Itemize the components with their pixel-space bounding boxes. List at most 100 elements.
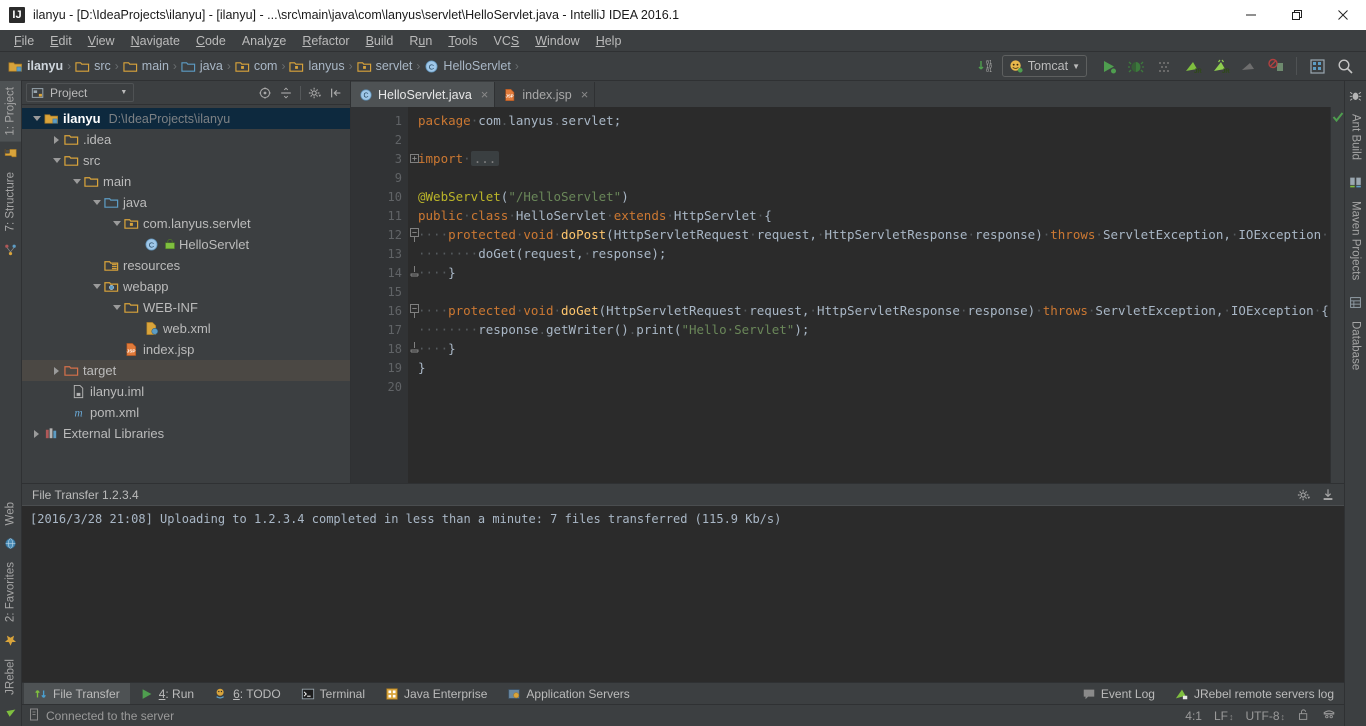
breadcrumb-main[interactable]: main bbox=[121, 55, 171, 77]
tree-item-webinf[interactable]: WEB-INF bbox=[22, 297, 350, 318]
menu-window[interactable]: Window bbox=[527, 31, 587, 51]
tree-item-main[interactable]: main bbox=[22, 171, 350, 192]
tree-item-ilanyu[interactable]: ilanyu D:\IdeaProjects\ilanyu bbox=[22, 108, 350, 129]
close-icon[interactable]: × bbox=[481, 87, 489, 102]
settings-gear-icon[interactable] bbox=[1294, 485, 1314, 505]
tool-button-java-enterprise[interactable]: Java Enterprise bbox=[375, 683, 497, 705]
twisty-open-icon[interactable] bbox=[50, 154, 63, 167]
tool-button-run[interactable]: 4: Run bbox=[130, 683, 204, 705]
fold-collapse-icon[interactable] bbox=[408, 301, 420, 320]
menu-help[interactable]: Help bbox=[588, 31, 630, 51]
sidebar-item-database[interactable]: Database bbox=[1345, 315, 1366, 376]
debug-icon[interactable] bbox=[1123, 54, 1149, 78]
run-icon[interactable] bbox=[1095, 54, 1121, 78]
project-view-selector[interactable]: Project ▼ bbox=[26, 83, 134, 102]
tree-item-src[interactable]: src bbox=[22, 150, 350, 171]
tool-button-terminal[interactable]: Terminal bbox=[291, 683, 375, 705]
tree-item-webxml[interactable]: web.xml bbox=[22, 318, 350, 339]
fold-end-icon[interactable] bbox=[408, 339, 420, 358]
menu-analyze[interactable]: Analyze bbox=[234, 31, 294, 51]
run-configuration-selector[interactable]: Tomcat ▼ bbox=[1002, 55, 1087, 77]
code-editor[interactable]: package·com.lanyus.servlet; import·... @… bbox=[408, 107, 1330, 483]
jrebel-run-icon[interactable]: JR bbox=[1179, 54, 1205, 78]
menu-edit[interactable]: Edit bbox=[42, 31, 80, 51]
ok-check-icon[interactable] bbox=[1332, 111, 1344, 126]
menu-code[interactable]: Code bbox=[188, 31, 234, 51]
twisty-closed-icon[interactable] bbox=[50, 364, 63, 377]
search-everywhere-icon[interactable] bbox=[1332, 54, 1358, 78]
export-to-file-icon[interactable] bbox=[1318, 485, 1338, 505]
maximize-icon[interactable] bbox=[1274, 0, 1320, 30]
twisty-open-icon[interactable] bbox=[110, 217, 123, 230]
tool-button-file-transfer[interactable]: File Transfer bbox=[24, 683, 130, 705]
breadcrumb-java[interactable]: java bbox=[179, 55, 225, 77]
tree-item-package[interactable]: com.lanyus.servlet bbox=[22, 213, 350, 234]
tree-item-helloservlet[interactable]: C HelloServlet bbox=[22, 234, 350, 255]
twisty-open-icon[interactable] bbox=[30, 112, 43, 125]
minimize-icon[interactable] bbox=[1228, 0, 1274, 30]
fold-expand-icon[interactable] bbox=[408, 149, 420, 168]
breadcrumb-ilanyu[interactable]: ilanyu bbox=[6, 55, 65, 77]
tool-button-jrebel-log[interactable]: JRebel remote servers log bbox=[1165, 683, 1344, 705]
hector-icon[interactable] bbox=[1322, 707, 1336, 724]
tree-item-external-libraries[interactable]: External Libraries bbox=[22, 423, 350, 444]
breadcrumb-lanyus[interactable]: lanyus bbox=[287, 55, 346, 77]
twisty-closed-icon[interactable] bbox=[50, 133, 63, 146]
jrebel-debug-icon[interactable]: JR bbox=[1207, 54, 1233, 78]
breadcrumb-com[interactable]: com bbox=[233, 55, 280, 77]
caret-position[interactable]: 4:1 bbox=[1185, 709, 1202, 723]
fold-end-icon[interactable] bbox=[408, 263, 420, 282]
sidebar-item-maven-projects[interactable]: Maven Projects bbox=[1345, 195, 1366, 286]
breadcrumb-helloservlet[interactable]: C HelloServlet bbox=[422, 55, 512, 77]
project-structure-icon[interactable] bbox=[1304, 54, 1330, 78]
encoding-selector[interactable]: UTF-8↕ bbox=[1246, 709, 1286, 723]
close-icon[interactable]: × bbox=[581, 87, 589, 102]
menu-run[interactable]: Run bbox=[401, 31, 440, 51]
sidebar-item-web[interactable]: Web bbox=[0, 496, 21, 531]
line-separator-selector[interactable]: LF↕ bbox=[1214, 709, 1234, 723]
attach-icon[interactable] bbox=[1235, 54, 1261, 78]
menu-file[interactable]: File bbox=[6, 31, 42, 51]
tab-index-jsp[interactable]: JSP index.jsp × bbox=[495, 82, 595, 107]
stop-icon[interactable] bbox=[1263, 54, 1289, 78]
sidebar-item-project[interactable]: 1: Project bbox=[0, 81, 21, 142]
tree-item-resources[interactable]: resources bbox=[22, 255, 350, 276]
fold-collapse-icon[interactable] bbox=[408, 225, 420, 244]
breadcrumb-src[interactable]: src bbox=[73, 55, 113, 77]
close-icon[interactable] bbox=[1320, 0, 1366, 30]
tree-item-indexjsp[interactable]: JSP index.jsp bbox=[22, 339, 350, 360]
collapse-all-icon[interactable] bbox=[276, 83, 296, 103]
menu-build[interactable]: Build bbox=[358, 31, 402, 51]
tool-button-event-log[interactable]: Event Log bbox=[1072, 683, 1165, 705]
tab-helloservlet-java[interactable]: C HelloServlet.java × bbox=[351, 82, 495, 107]
scroll-to-source-icon[interactable] bbox=[255, 83, 275, 103]
editor-marker-bar[interactable] bbox=[1330, 107, 1344, 483]
menu-view[interactable]: View bbox=[80, 31, 123, 51]
twisty-open-icon[interactable] bbox=[110, 301, 123, 314]
editor-gutter[interactable]: 1 2 3 9 10 11 12 13 14 15 16 17 bbox=[351, 107, 408, 483]
twisty-open-icon[interactable] bbox=[90, 280, 103, 293]
tree-item-target[interactable]: target bbox=[22, 360, 350, 381]
tool-button-todo[interactable]: 6: TODO bbox=[204, 683, 291, 705]
sidebar-item-jrebel[interactable]: JRebel bbox=[0, 653, 21, 701]
twisty-closed-icon[interactable] bbox=[30, 427, 43, 440]
folded-imports[interactable]: ... bbox=[471, 151, 500, 166]
menu-tools[interactable]: Tools bbox=[440, 31, 485, 51]
sidebar-item-favorites[interactable]: 2: Favorites bbox=[0, 556, 21, 628]
menu-navigate[interactable]: Navigate bbox=[123, 31, 188, 51]
menu-refactor[interactable]: Refactor bbox=[294, 31, 357, 51]
breadcrumb-servlet[interactable]: servlet bbox=[355, 55, 415, 77]
menu-vcs[interactable]: VCS bbox=[486, 31, 528, 51]
settings-gear-icon[interactable] bbox=[305, 83, 325, 103]
toggle-binary-icon[interactable]: 01 10 01 bbox=[974, 54, 1000, 78]
sidebar-item-structure[interactable]: 7: Structure bbox=[0, 166, 21, 237]
console-output[interactable]: [2016/3/28 21:08] Uploading to 1.2.3.4 c… bbox=[22, 506, 1344, 682]
unlocked-icon[interactable] bbox=[1297, 708, 1310, 724]
coverage-icon[interactable] bbox=[1151, 54, 1177, 78]
tree-item-webapp[interactable]: webapp bbox=[22, 276, 350, 297]
hide-panel-icon[interactable] bbox=[326, 83, 346, 103]
tree-item-idea[interactable]: .idea bbox=[22, 129, 350, 150]
tool-button-application-servers[interactable]: Application Servers bbox=[497, 683, 639, 705]
tree-item-iml[interactable]: ilanyu.iml bbox=[22, 381, 350, 402]
twisty-open-icon[interactable] bbox=[90, 196, 103, 209]
